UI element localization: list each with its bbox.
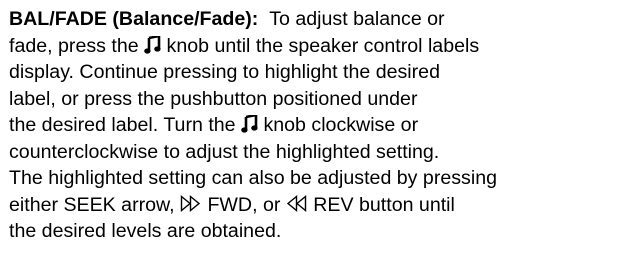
- text-fragment: knob clockwise or: [263, 114, 419, 136]
- text-line-5: the desired label. Turn the knob clockwi…: [9, 112, 615, 139]
- section-heading: BAL/FADE (Balance/Fade):: [9, 8, 259, 30]
- rewind-icon: [286, 194, 308, 212]
- text-line-1: BAL/FADE (Balance/Fade): To adjust balan…: [9, 6, 615, 33]
- text-line-9: the desired levels are obtained.: [9, 220, 282, 242]
- text-fragment: the desired label. Turn the: [9, 114, 236, 136]
- music-note-icon: [144, 35, 161, 54]
- text-line-8: either SEEK arrow, FWD, or REV button un…: [9, 192, 615, 219]
- text-fragment: To adjust balance or: [269, 8, 445, 30]
- music-note-icon: [241, 115, 258, 133]
- text-fragment: FWD, or: [207, 193, 281, 216]
- text-fragment: REV button until: [313, 193, 455, 216]
- text-line-3: display. Continue pressing to highlight …: [9, 61, 440, 83]
- text-fragment: fade, press the: [9, 34, 139, 57]
- document-paragraph: BAL/FADE (Balance/Fade): To adjust balan…: [9, 6, 615, 245]
- text-line-2: fade, press the knob until the speaker c…: [9, 33, 615, 60]
- text-line-7: The highlighted setting can also be adju…: [9, 167, 497, 189]
- text-fragment: either SEEK arrow,: [9, 193, 175, 216]
- text-line-6: counterclockwise to adjust the highlight…: [9, 140, 440, 163]
- fast-forward-icon: [180, 194, 202, 212]
- text-fragment: knob until the speaker control labels: [166, 34, 480, 57]
- text-line-4: label, or press the pushbutton positione…: [9, 87, 418, 110]
